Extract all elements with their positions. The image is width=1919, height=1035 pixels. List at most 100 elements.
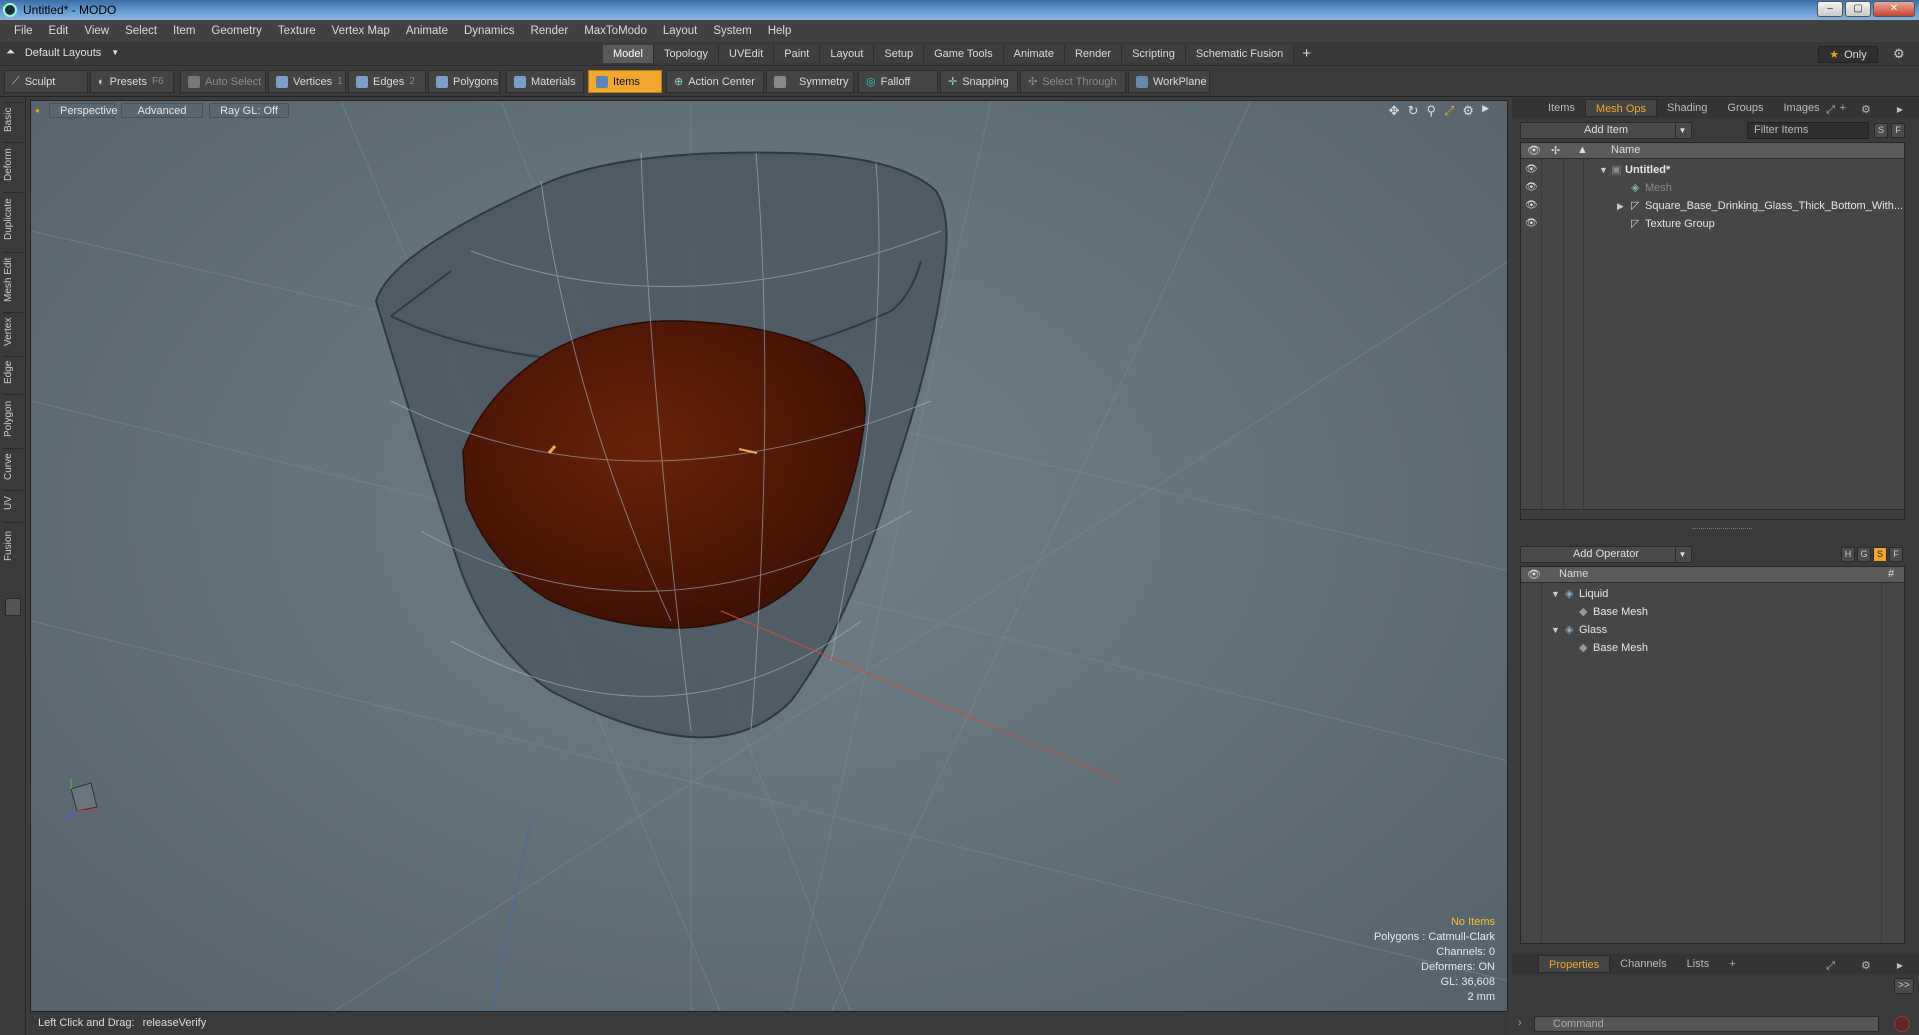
- shading-mode-button[interactable]: Advanced: [121, 103, 203, 118]
- viewport-3d[interactable]: ● Perspective Advanced Ray GL: Off ✥ ↻ ⚲…: [30, 100, 1508, 1012]
- falloff-button[interactable]: ◎ Falloff: [858, 70, 938, 93]
- expand-triangle-icon[interactable]: ▼: [1551, 585, 1560, 603]
- add-tab-button[interactable]: +: [1294, 45, 1319, 63]
- meshop-row-liquid[interactable]: ▼ ◈ Liquid: [1521, 585, 1904, 603]
- vtab-fusion[interactable]: Fusion: [3, 522, 23, 568]
- edges-button[interactable]: Edges 2: [348, 70, 426, 93]
- eye-icon[interactable]: 👁: [1525, 200, 1539, 211]
- tab-model[interactable]: Model: [603, 45, 654, 63]
- viewport-menu-icon[interactable]: ●: [35, 103, 43, 118]
- action-center-button[interactable]: ⊕ Action Center: [666, 70, 764, 93]
- collapsed-triangle-icon[interactable]: ▶: [1617, 197, 1624, 215]
- vtab-edge[interactable]: Edge: [3, 356, 23, 388]
- gear-icon[interactable]: ⚙: [1893, 46, 1905, 62]
- tab-channels[interactable]: Channels: [1610, 955, 1676, 973]
- menu-select[interactable]: Select: [117, 25, 165, 37]
- view-type-button[interactable]: Perspective: [49, 103, 117, 118]
- item-row-untitled[interactable]: 👁 ▼ ▣ Untitled*: [1521, 161, 1904, 179]
- arrow-right-icon[interactable]: ▶: [1887, 957, 1913, 975]
- tab-properties[interactable]: Properties: [1538, 955, 1611, 973]
- tab-schematic-fusion[interactable]: Schematic Fusion: [1185, 45, 1295, 63]
- filter-s-button[interactable]: S: [1874, 123, 1888, 138]
- expand-triangle-icon[interactable]: ▼: [1599, 161, 1608, 179]
- menu-animate[interactable]: Animate: [398, 25, 456, 37]
- tab-layout[interactable]: Layout: [820, 45, 875, 63]
- menu-vertex-map[interactable]: Vertex Map: [324, 25, 398, 37]
- add-tab-button[interactable]: +: [1719, 955, 1745, 973]
- auto-select-button[interactable]: Auto Select: [180, 70, 266, 93]
- menu-dynamics[interactable]: Dynamics: [456, 25, 522, 37]
- add-item-dropdown[interactable]: Add Item ▼: [1520, 122, 1692, 139]
- only-toggle[interactable]: ★ Only: [1818, 46, 1878, 63]
- tab-topology[interactable]: Topology: [653, 45, 720, 63]
- expand-icon[interactable]: ⤢: [1816, 957, 1845, 975]
- menu-file[interactable]: File: [6, 25, 41, 37]
- gear-icon[interactable]: ⚙: [1851, 101, 1881, 119]
- item-row-texture-group[interactable]: 👁 ◸ Texture Group: [1521, 215, 1904, 233]
- rotate-icon[interactable]: ↻: [1408, 103, 1419, 119]
- gear-icon[interactable]: ⚙: [1851, 957, 1881, 975]
- eye-icon[interactable]: 👁: [1525, 182, 1539, 193]
- tab-uvedit[interactable]: UVEdit: [719, 45, 775, 63]
- meshop-row-base-mesh-1[interactable]: ◆ Base Mesh: [1521, 603, 1904, 621]
- filter-f-button[interactable]: F: [1891, 123, 1905, 138]
- tab-scripting[interactable]: Scripting: [1122, 45, 1186, 63]
- layout-selector[interactable]: ⏶ Default Layouts ▼: [6, 46, 119, 59]
- vtab-curve[interactable]: Curve: [3, 448, 23, 484]
- menu-edit[interactable]: Edit: [41, 25, 77, 37]
- presets-button[interactable]: ◐ Presets F6: [90, 70, 174, 93]
- record-icon[interactable]: [1894, 1016, 1910, 1032]
- eye-icon[interactable]: 👁: [1525, 218, 1539, 229]
- menu-item[interactable]: Item: [165, 25, 203, 37]
- item-row-mesh[interactable]: 👁 ◈ Mesh: [1521, 179, 1904, 197]
- meshop-row-base-mesh-2[interactable]: ◆ Base Mesh: [1521, 639, 1904, 657]
- tab-game-tools[interactable]: Game Tools: [924, 45, 1004, 63]
- snapping-button[interactable]: ✛ Snapping: [940, 70, 1018, 93]
- vertices-button[interactable]: Vertices 1: [268, 70, 346, 93]
- sculpt-button[interactable]: ⟋ Sculpt: [4, 70, 88, 93]
- materials-button[interactable]: Materials: [506, 70, 584, 93]
- items-button[interactable]: Items: [588, 70, 662, 93]
- minimize-button[interactable]: ‒: [1817, 1, 1843, 17]
- menu-render[interactable]: Render: [522, 25, 576, 37]
- tab-animate[interactable]: Animate: [1003, 45, 1065, 63]
- vtab-uv[interactable]: UV: [3, 490, 23, 516]
- vtab-deform[interactable]: Deform: [3, 142, 23, 186]
- vtab-basic[interactable]: Basic: [3, 102, 23, 136]
- tab-lists[interactable]: Lists: [1677, 955, 1720, 973]
- meshops-s-button[interactable]: S: [1873, 547, 1887, 562]
- tab-mesh-ops[interactable]: Mesh Ops: [1584, 99, 1658, 117]
- command-input[interactable]: Command: [1534, 1016, 1879, 1032]
- tab-items[interactable]: Items: [1538, 99, 1585, 117]
- arrow-right-icon[interactable]: ▶: [1887, 101, 1913, 119]
- tab-shading[interactable]: Shading: [1657, 99, 1717, 117]
- item-row-glass[interactable]: 👁 ▶ ◸ Square_Base_Drinking_Glass_Thick_B…: [1521, 197, 1904, 215]
- gear-icon[interactable]: ⚙: [1462, 103, 1474, 119]
- add-operator-dropdown[interactable]: Add Operator ▼: [1520, 546, 1692, 563]
- menu-geometry[interactable]: Geometry: [203, 25, 270, 37]
- expand-triangle-icon[interactable]: ▼: [1551, 621, 1560, 639]
- menu-texture[interactable]: Texture: [270, 25, 324, 37]
- vtab-vertex[interactable]: Vertex: [3, 312, 23, 350]
- menu-help[interactable]: Help: [760, 25, 800, 37]
- meshops-h-button[interactable]: H: [1841, 547, 1855, 562]
- menu-system[interactable]: System: [705, 25, 759, 37]
- raygl-button[interactable]: Ray GL: Off: [209, 103, 289, 118]
- item-list-scrollbar[interactable]: [1521, 509, 1904, 519]
- menu-maxtomodo[interactable]: MaxToModo: [576, 25, 655, 37]
- panel-splitter[interactable]: [1692, 528, 1752, 532]
- eye-icon[interactable]: 👁: [1525, 164, 1539, 175]
- menu-layout[interactable]: Layout: [655, 25, 706, 37]
- close-button[interactable]: ✕: [1873, 1, 1915, 17]
- vtab-polygon[interactable]: Polygon: [3, 394, 23, 442]
- tab-groups[interactable]: Groups: [1717, 99, 1773, 117]
- pan-icon[interactable]: ✥: [1389, 103, 1400, 119]
- symmetry-button[interactable]: Symmetry: [766, 70, 854, 93]
- meshops-g-button[interactable]: G: [1857, 547, 1871, 562]
- menu-view[interactable]: View: [76, 25, 117, 37]
- arrow-right-icon[interactable]: ▶: [1482, 103, 1489, 119]
- expand-properties-button[interactable]: >>: [1894, 978, 1914, 994]
- tab-paint[interactable]: Paint: [774, 45, 821, 63]
- workplane-button[interactable]: WorkPlane: [1128, 70, 1210, 93]
- meshop-row-glass[interactable]: ▼ ◈ Glass: [1521, 621, 1904, 639]
